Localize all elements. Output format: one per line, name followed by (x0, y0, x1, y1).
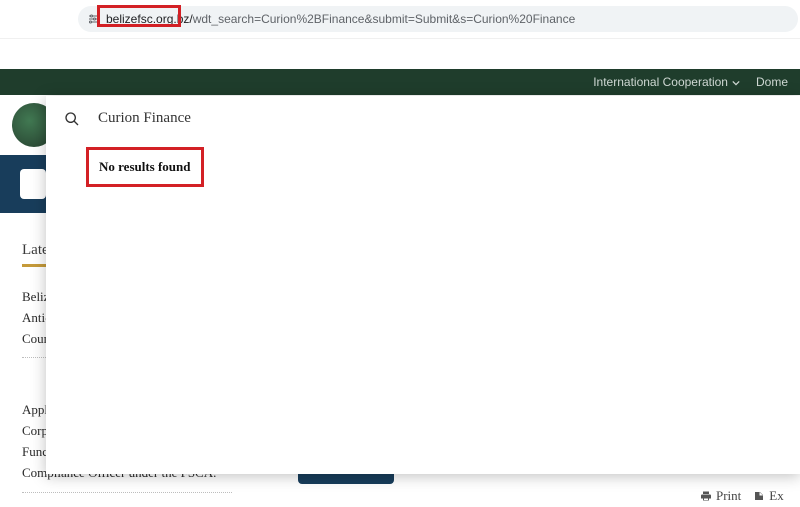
print-button[interactable]: Print (700, 488, 741, 504)
search-icon (64, 111, 80, 127)
spacer (0, 39, 800, 69)
export-label: Ex (769, 488, 783, 504)
highlight-box-no-results: No results found (86, 147, 204, 187)
address-bar[interactable]: belizefsc.org.bz/wdt_search=Curion%2BFin… (78, 6, 798, 32)
overlay-header (46, 96, 800, 141)
tune-icon (86, 12, 100, 26)
sidebar-heading: Late (22, 238, 49, 267)
chevron-down-icon (732, 75, 740, 89)
url-path: wdt_search=Curion%2BFinance&submit=Submi… (193, 12, 576, 26)
search-overlay: No results found (46, 96, 800, 474)
export-icon (753, 490, 765, 502)
print-label: Print (716, 488, 741, 504)
print-icon (700, 490, 712, 502)
nav-label: Dome (756, 75, 788, 89)
url-domain: belizefsc.org.bz/ (106, 12, 193, 26)
no-results-message: No results found (99, 159, 191, 174)
overlay-body: No results found (46, 141, 800, 193)
top-navigation: International Cooperation Dome (0, 69, 800, 95)
browser-chrome: belizefsc.org.bz/wdt_search=Curion%2BFin… (0, 0, 800, 39)
nav-domestic[interactable]: Dome (748, 75, 796, 89)
export-button[interactable]: Ex (753, 488, 783, 504)
nav-international-cooperation[interactable]: International Cooperation (585, 75, 748, 89)
action-row: Print Ex (700, 488, 784, 504)
search-field-stub[interactable] (20, 169, 46, 199)
nav-label: International Cooperation (593, 75, 728, 89)
search-input[interactable] (98, 110, 782, 127)
